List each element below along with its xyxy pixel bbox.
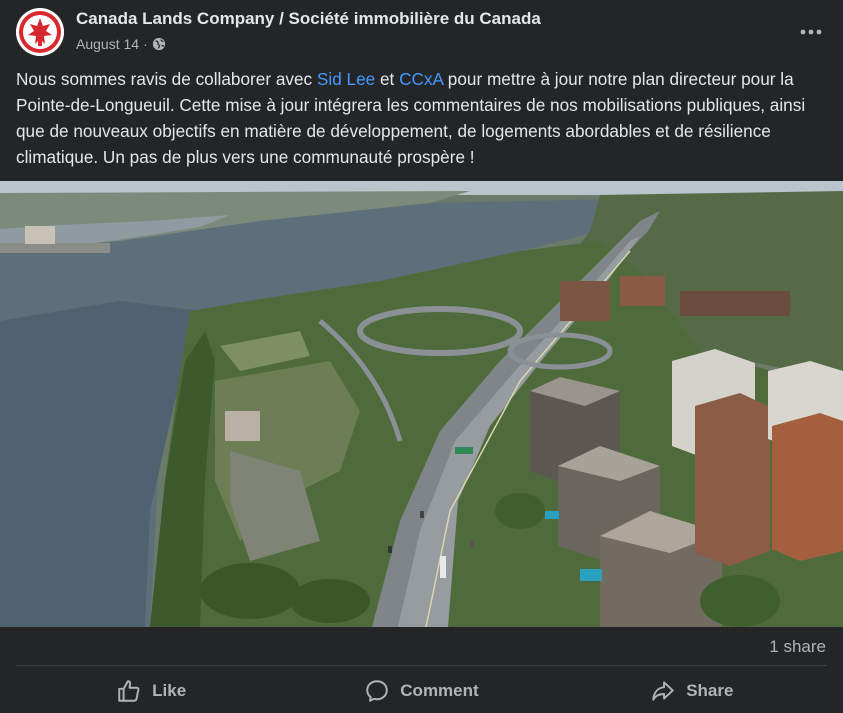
comment-bubble-icon: [366, 679, 389, 702]
canada-lands-logo-icon: [16, 8, 64, 56]
post-date[interactable]: August 14: [76, 36, 139, 52]
post-meta: August 14 ·: [76, 36, 166, 52]
post-header: Canada Lands Company / Société immobiliè…: [0, 0, 843, 64]
more-dots-icon: [800, 29, 822, 35]
post-text-segment: Nous sommes ravis de collaborer avec: [16, 69, 317, 89]
share-label: Share: [686, 680, 734, 700]
share-button[interactable]: Share: [557, 668, 827, 713]
post-text-segment: et: [375, 69, 400, 89]
like-label: Like: [152, 680, 187, 700]
post-actions-bar: Like Comment Share: [16, 668, 827, 713]
page-avatar[interactable]: [16, 8, 64, 56]
post-photo[interactable]: [0, 181, 843, 627]
like-button[interactable]: Like: [16, 668, 286, 713]
comment-label: Comment: [400, 680, 479, 700]
thumbs-up-icon: [118, 679, 140, 702]
actions-divider: [16, 665, 827, 666]
post-message: Nous sommes ravis de collaborer avec Sid…: [16, 66, 816, 170]
aerial-photo-image: [0, 181, 843, 627]
globe-icon[interactable]: [152, 37, 166, 51]
comment-button[interactable]: Comment: [286, 668, 556, 713]
ccxa-link[interactable]: CCxA: [399, 69, 443, 89]
share-count[interactable]: 1 share: [769, 637, 826, 657]
share-arrow-icon: [652, 680, 674, 701]
meta-separator: ·: [143, 36, 148, 52]
more-options-button[interactable]: [793, 14, 829, 50]
page-name-link[interactable]: Canada Lands Company / Société immobiliè…: [76, 9, 541, 29]
sid-lee-link[interactable]: Sid Lee: [317, 69, 375, 89]
